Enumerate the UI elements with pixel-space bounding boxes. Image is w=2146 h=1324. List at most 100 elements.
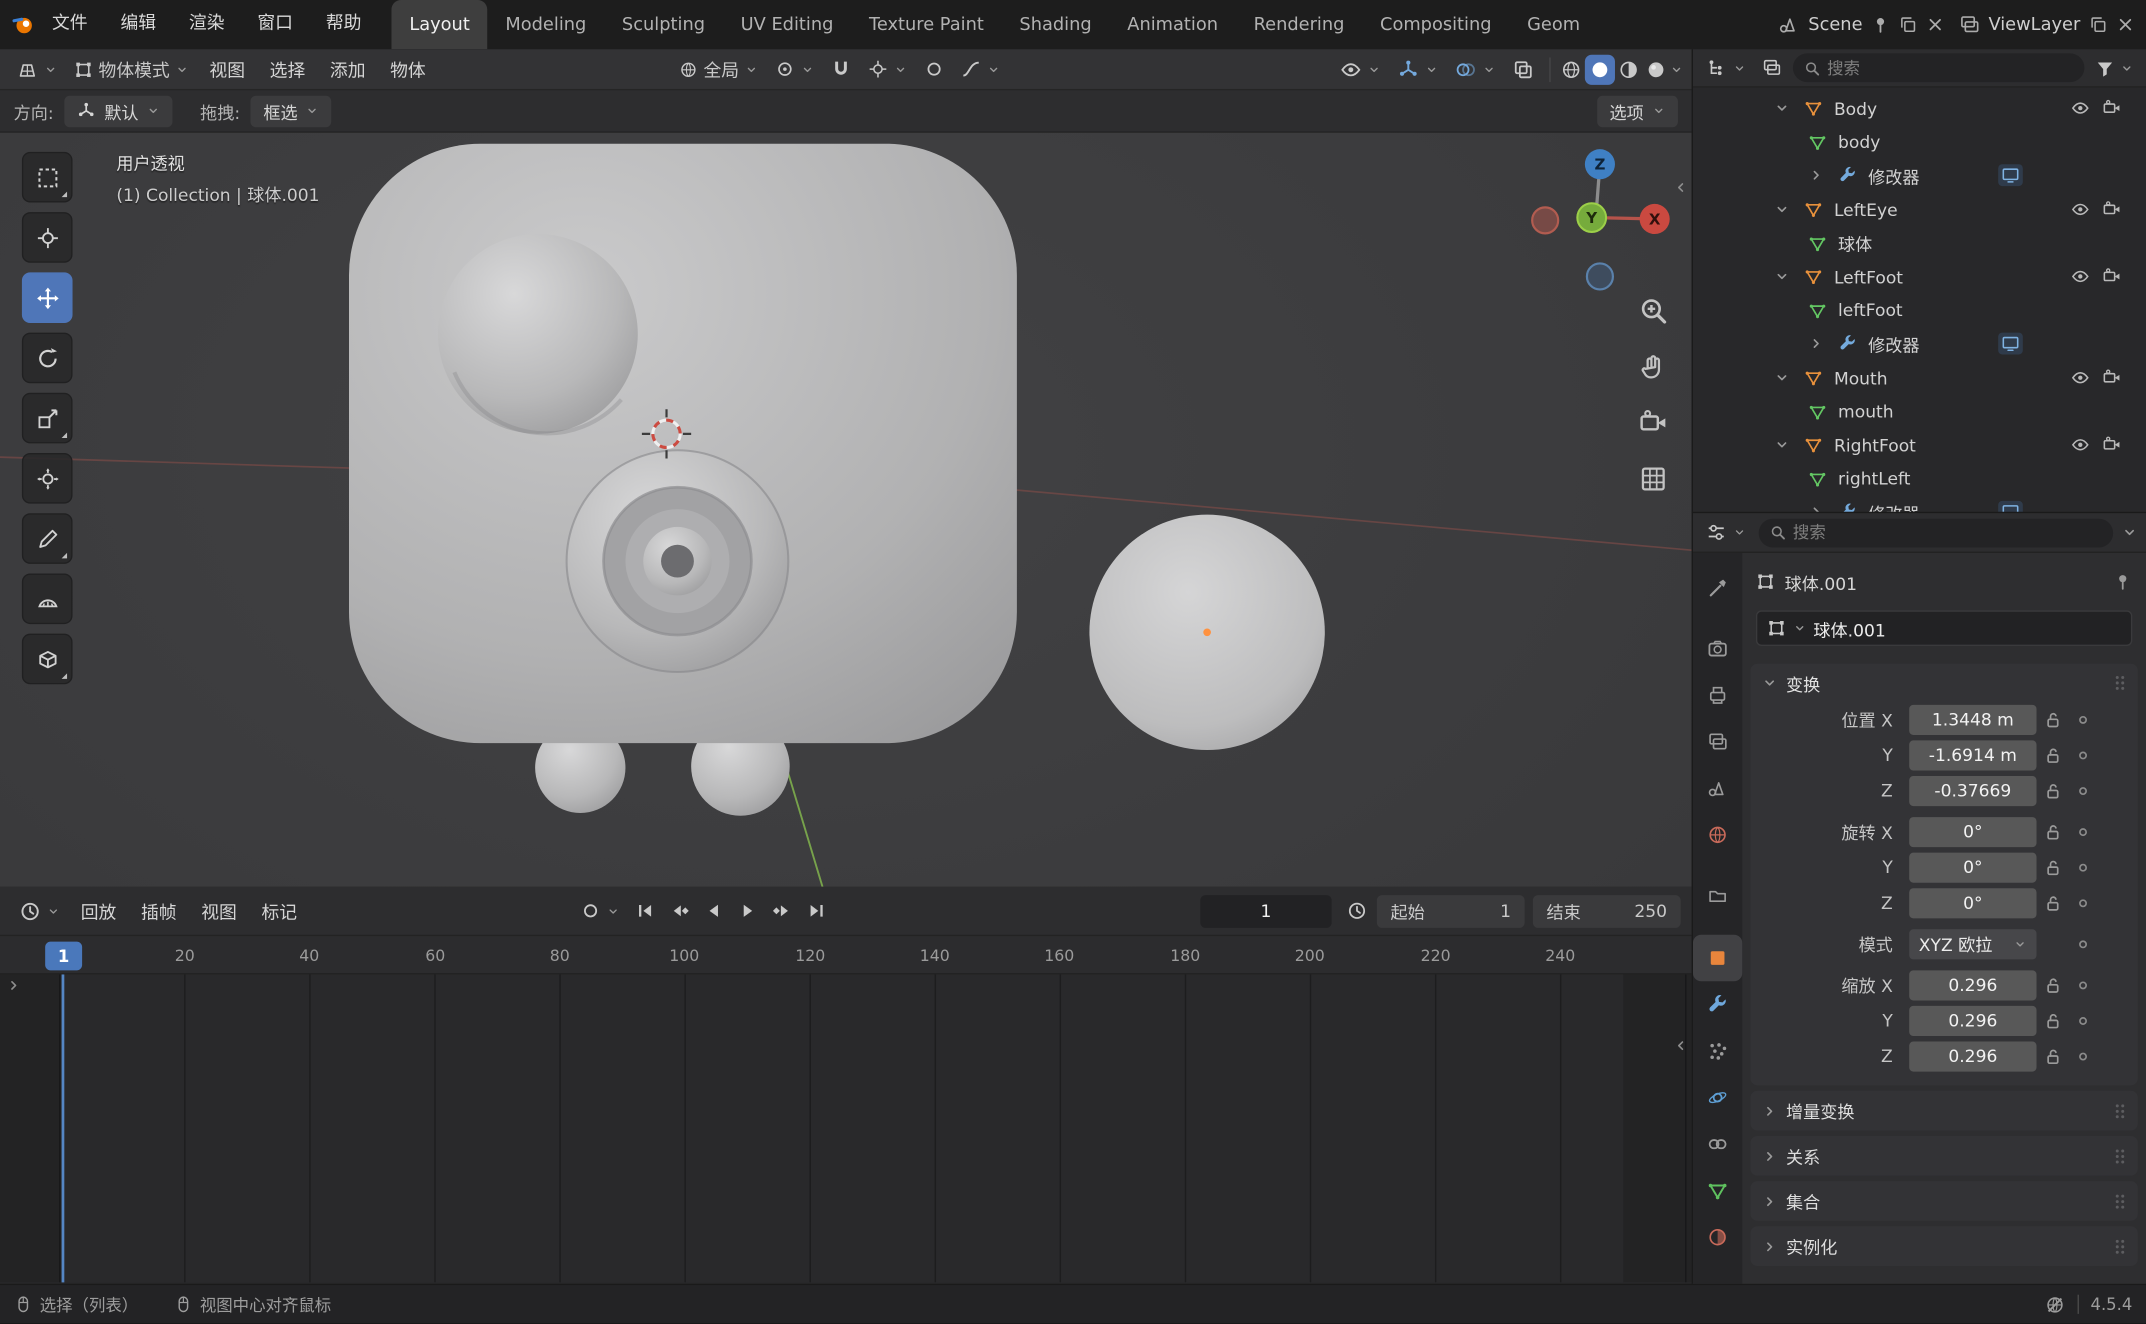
chevron-down-icon[interactable] [2121, 524, 2137, 540]
hide-eye-icon[interactable] [2071, 267, 2090, 286]
viewlayer-selector[interactable]: ViewLayer [1958, 14, 2135, 36]
hide-eye-icon[interactable] [2071, 368, 2090, 387]
workspace-tab-geometry-nodes[interactable]: Geom [1509, 0, 1598, 49]
orthographic-toggle-button[interactable] [1637, 463, 1670, 496]
timeline-ruler[interactable]: 1 20 40 60 80 100 120 140 160 180 200 22… [0, 936, 1692, 974]
workspace-tab-layout[interactable]: Layout [392, 0, 488, 49]
outliner-row-body[interactable]: Body [1693, 92, 2146, 126]
chevron-down-icon[interactable] [1770, 100, 1795, 116]
add-cube-tool[interactable] [22, 634, 73, 685]
preview-range-button[interactable] [1340, 894, 1374, 927]
panel-delta-transform[interactable]: 增量变换 [1750, 1091, 2137, 1131]
workspace-tab-animation[interactable]: Animation [1109, 0, 1235, 49]
proportional-edit-toggle[interactable] [916, 53, 953, 86]
measure-tool[interactable] [22, 573, 73, 624]
region-collapse-icon[interactable] [1672, 179, 1688, 195]
animate-dot-icon[interactable] [2069, 710, 2096, 729]
location-y-input[interactable]: -1.6914 m [1909, 740, 2036, 770]
editor-type-button[interactable] [8, 53, 65, 86]
gizmo-x-negative-ball[interactable] [1532, 207, 1558, 233]
outliner-row-lefteye-mesh[interactable]: 球体 [1693, 226, 2146, 260]
transform-tool[interactable] [22, 453, 73, 504]
lock-icon[interactable] [2037, 1011, 2070, 1030]
shading-solid-button[interactable] [1585, 54, 1615, 84]
navigation-gizmo[interactable]: Z X Y [1532, 149, 1670, 289]
rotation-z-input[interactable]: 0° [1909, 888, 2036, 918]
pivot-point-dropdown[interactable] [766, 53, 822, 86]
tab-modifiers[interactable] [1693, 981, 1742, 1028]
tab-tool[interactable] [1693, 565, 1742, 612]
chevron-down-icon[interactable] [1770, 370, 1795, 386]
xray-toggle[interactable] [1504, 53, 1542, 86]
outliner-item-label[interactable]: 修改器 [1868, 163, 1919, 189]
hide-eye-icon[interactable] [2071, 99, 2090, 118]
outliner-item-label[interactable]: Body [1834, 98, 1877, 119]
properties-search-input[interactable] [1793, 523, 2102, 542]
chevron-down-icon[interactable] [1793, 621, 1807, 635]
panel-instancing[interactable]: 实例化 [1750, 1226, 2137, 1266]
jump-to-end-button[interactable] [799, 894, 833, 927]
transform-panel-header[interactable]: 变换 [1750, 664, 2137, 702]
outliner-item-label[interactable]: body [1838, 132, 1880, 153]
location-x-input[interactable]: 1.3448 m [1909, 704, 2036, 734]
menu-select[interactable]: 选择 [257, 53, 317, 86]
menu-timeline-view[interactable]: 视图 [189, 894, 249, 927]
properties-search[interactable] [1759, 518, 2113, 547]
gizmos-dropdown[interactable] [1389, 53, 1446, 86]
mode-selector[interactable]: 物体模式 [66, 53, 197, 86]
disable-render-icon[interactable] [2102, 200, 2121, 219]
workspace-tab-rendering[interactable]: Rendering [1236, 0, 1362, 49]
menu-file[interactable]: 文件 [36, 8, 104, 41]
workspace-tab-texture-paint[interactable]: Texture Paint [851, 0, 1001, 49]
tab-particles[interactable] [1693, 1028, 1742, 1075]
tab-render[interactable] [1693, 625, 1742, 672]
rotate-tool[interactable] [22, 333, 73, 384]
snap-settings-dropdown[interactable] [860, 53, 916, 86]
outliner-item-label[interactable]: RightFoot [1834, 435, 1916, 456]
outliner-row-rightfoot-modifiers[interactable]: 修改器 [1693, 496, 2146, 512]
play-reverse-button[interactable] [696, 894, 730, 927]
modifier-viewport-toggle-icon[interactable] [1998, 501, 2023, 511]
disable-render-icon[interactable] [2102, 267, 2121, 286]
play-button[interactable] [730, 894, 764, 927]
object-name-field[interactable]: 球体.001 [1756, 610, 2132, 646]
scale-tool[interactable] [22, 393, 73, 444]
new-viewlayer-icon[interactable] [2089, 15, 2108, 34]
shading-rendered-button[interactable] [1642, 53, 1669, 86]
lock-icon[interactable] [2037, 710, 2070, 729]
rotation-x-input[interactable]: 0° [1909, 816, 2036, 846]
overlays-dropdown[interactable] [1447, 53, 1504, 86]
auto-keying-toggle[interactable] [572, 894, 628, 927]
workspace-tab-sculpting[interactable]: Sculpting [604, 0, 723, 49]
rotation-mode-dropdown[interactable]: XYZ 欧拉 [1909, 929, 2036, 959]
scale-z-input[interactable]: 0.296 [1909, 1041, 2036, 1071]
snap-toggle[interactable] [823, 53, 860, 86]
animate-dot-icon[interactable] [2069, 745, 2096, 764]
lock-icon[interactable] [2037, 857, 2070, 876]
outliner-row-body-modifiers[interactable]: 修改器 [1693, 159, 2146, 193]
lock-icon[interactable] [2037, 975, 2070, 994]
animate-dot-icon[interactable] [2069, 975, 2096, 994]
tab-view-layer[interactable] [1693, 719, 1742, 766]
outliner-item-label[interactable]: 球体 [1838, 230, 1872, 256]
frame-end-field[interactable]: 结束 250 [1533, 894, 1681, 927]
pin-icon[interactable] [1871, 15, 1890, 34]
frame-start-field[interactable]: 起始 1 [1377, 894, 1525, 927]
tab-object-data[interactable] [1693, 1167, 1742, 1214]
animate-dot-icon[interactable] [2069, 1046, 2096, 1065]
outliner-item-label[interactable]: 修改器 [1868, 499, 1919, 511]
timeline-track-area[interactable] [0, 974, 1692, 1282]
animate-dot-icon[interactable] [2069, 893, 2096, 912]
prev-keyframe-button[interactable] [662, 894, 696, 927]
scene-sphere[interactable] [1089, 515, 1324, 750]
rotation-y-input[interactable]: 0° [1909, 852, 2036, 882]
outliner-item-label[interactable]: mouth [1838, 401, 1894, 422]
outliner-row-leftfoot[interactable]: LeftFoot [1693, 260, 2146, 294]
menu-marker[interactable]: 标记 [249, 894, 309, 927]
drag-grip-icon[interactable] [2113, 1237, 2127, 1256]
scene-selector[interactable]: Scene [1778, 14, 1944, 36]
modifier-viewport-toggle-icon[interactable] [1998, 165, 2023, 187]
chevron-right-icon[interactable] [1804, 504, 1829, 512]
tab-object[interactable] [1693, 935, 1742, 982]
drag-grip-icon[interactable] [2113, 1191, 2127, 1210]
